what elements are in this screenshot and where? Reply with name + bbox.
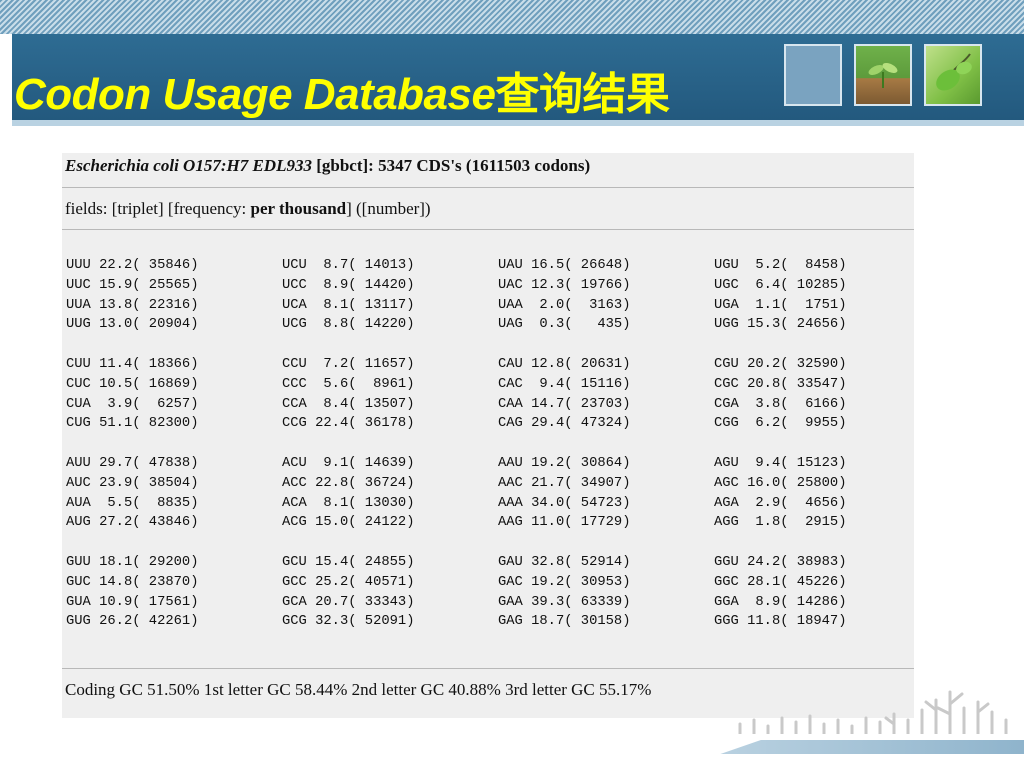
cds-stats: 5347 CDS's (1611503 codons) (378, 156, 591, 175)
sprout-icon (868, 63, 898, 88)
codon-cell: AAG 11.0( 17729) (498, 515, 631, 531)
codon-cell: UAA 2.0( 3163) (498, 297, 631, 313)
codon-cell: CGG 6.2( 9955) (714, 416, 847, 432)
divider (62, 187, 914, 188)
codon-cell: GGU 24.2( 38983) (714, 555, 847, 570)
codon-cell: CAC 9.4( 15116) (498, 376, 631, 392)
codon-cell: GUA 10.9( 17561) (66, 594, 199, 610)
codon-cell: CGA 3.8( 6166) (714, 396, 847, 412)
codon-cell: AAC 21.7( 34907) (498, 475, 631, 491)
sprout-photo-thumbnail (854, 44, 912, 106)
codon-cell: GGG 11.8( 18947) (714, 614, 847, 630)
codon-cell: AGC 16.0( 25800) (714, 475, 847, 491)
slide-title: Codon Usage Database查询结果 (14, 58, 670, 122)
codon-cell: GCA 20.7( 33343) (282, 594, 415, 610)
leaf-photo-thumbnail (924, 44, 982, 106)
codon-cell: UGG 15.3( 24656) (714, 317, 847, 333)
codon-cell: AGA 2.9( 4656) (714, 495, 847, 511)
codon-cell: ACC 22.8( 36724) (282, 475, 415, 491)
codon-cell: CAU 12.8( 20631) (498, 357, 631, 372)
codon-cell: UAG 0.3( 435) (498, 317, 631, 333)
codon-cell: GCC 25.2( 40571) (282, 574, 415, 590)
codon-cell: AUU 29.7( 47838) (66, 456, 199, 471)
fields-description: fields: [triplet] [frequency: per thousa… (65, 199, 431, 219)
source-label: [gbbct]: (316, 156, 374, 175)
divider (62, 668, 914, 669)
codon-cell: GUC 14.8( 23870) (66, 574, 199, 590)
codon-cell: AAU 19.2( 30864) (498, 456, 631, 471)
codon-result-panel (62, 153, 914, 718)
codon-cell: CUC 10.5( 16869) (66, 376, 199, 392)
codon-cell: UUG 13.0( 20904) (66, 317, 199, 333)
codon-cell: GAU 32.8( 52914) (498, 555, 631, 570)
title-chinese: 查询结果 (495, 69, 670, 120)
divider (62, 229, 914, 230)
codon-cell: AUC 23.9( 38504) (66, 475, 199, 491)
codon-cell: CGC 20.8( 33547) (714, 376, 847, 392)
codon-cell: CUG 51.1( 82300) (66, 416, 199, 432)
grass-decoration (738, 690, 1008, 740)
codon-cell: UCA 8.1( 13117) (282, 297, 415, 313)
codon-cell: CAG 29.4( 47324) (498, 416, 631, 432)
codon-cell: ACG 15.0( 24122) (282, 515, 415, 531)
codon-cell: CCG 22.4( 36178) (282, 416, 415, 432)
codon-cell: AUA 5.5( 8835) (66, 495, 199, 511)
codon-cell: UGU 5.2( 8458) (714, 258, 847, 273)
codon-cell: CUU 11.4( 18366) (66, 357, 199, 372)
codon-cell: GAG 18.7( 30158) (498, 614, 631, 630)
blue-square-thumbnail (784, 44, 842, 106)
codon-cell: UCC 8.9( 14420) (282, 277, 415, 293)
codon-cell: ACA 8.1( 13030) (282, 495, 415, 511)
codon-cell: UGA 1.1( 1751) (714, 297, 847, 313)
organism-header: Escherichia coli O157:H7 EDL933 [gbbct]:… (65, 156, 590, 176)
codon-cell: AGU 9.4( 15123) (714, 456, 847, 471)
gc-content-summary: Coding GC 51.50% 1st letter GC 58.44% 2n… (65, 680, 652, 699)
codon-cell: CCA 8.4( 13507) (282, 396, 415, 412)
fields-unit: per thousand (250, 199, 347, 218)
codon-cell: AAA 34.0( 54723) (498, 495, 631, 511)
codon-cell: GCG 32.3( 52091) (282, 614, 415, 630)
leaf-icon (936, 53, 972, 91)
codon-cell: CCC 5.6( 8961) (282, 376, 415, 392)
codon-cell: GGC 28.1( 45226) (714, 574, 847, 590)
title-english: Codon Usage Database (14, 70, 496, 119)
codon-cell: GAA 39.3( 63339) (498, 594, 631, 610)
organism-name: Escherichia coli O157:H7 EDL933 (65, 156, 312, 175)
fields-prefix: fields: [triplet] [frequency: (65, 199, 251, 218)
top-stripe-band (0, 0, 1024, 34)
codon-cell: UAU 16.5( 26648) (498, 258, 631, 273)
codon-cell: UUA 13.8( 22316) (66, 297, 199, 313)
codon-cell: GAC 19.2( 30953) (498, 574, 631, 590)
codon-cell: CGU 20.2( 32590) (714, 357, 847, 372)
codon-cell: GCU 15.4( 24855) (282, 555, 415, 570)
codon-cell: UUC 15.9( 25565) (66, 277, 199, 293)
codon-cell: CUA 3.9( 6257) (66, 396, 199, 412)
codon-cell: AUG 27.2( 43846) (66, 515, 199, 531)
codon-cell: GUG 26.2( 42261) (66, 614, 199, 630)
codon-cell: ACU 9.1( 14639) (282, 456, 415, 471)
codon-cell: UUU 22.2( 35846) (66, 258, 199, 273)
fields-suffix: ] ([number]) (346, 199, 431, 218)
codon-cell: GUU 18.1( 29200) (66, 555, 199, 570)
codon-cell: UGC 6.4( 10285) (714, 277, 847, 293)
codon-cell: UAC 12.3( 19766) (498, 277, 631, 293)
codon-cell: CCU 7.2( 11657) (282, 357, 415, 372)
codon-cell: AGG 1.8( 2915) (714, 515, 847, 531)
codon-cell: UCG 8.8( 14220) (282, 317, 415, 333)
codon-cell: GGA 8.9( 14286) (714, 594, 847, 610)
codon-cell: CAA 14.7( 23703) (498, 396, 631, 412)
codon-cell: UCU 8.7( 14013) (282, 258, 415, 273)
